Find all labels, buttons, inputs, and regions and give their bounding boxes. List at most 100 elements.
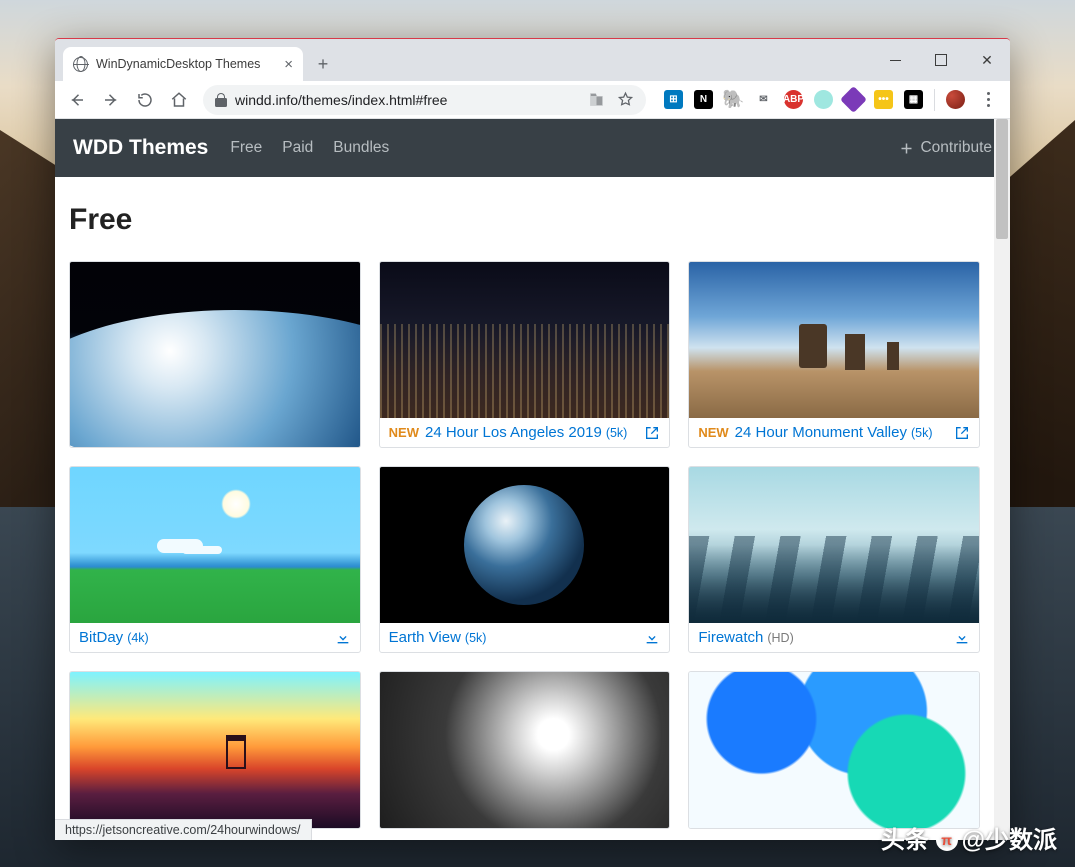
theme-caption: NEW 24 Hour Monument Valley (5k) (689, 418, 979, 447)
theme-caption: Firewatch (HD) (689, 623, 979, 652)
window-maximize-button[interactable] (918, 39, 964, 81)
theme-card[interactable] (379, 671, 671, 829)
back-button[interactable] (61, 84, 93, 116)
theme-resolution: (5k) (606, 426, 628, 440)
theme-resolution: (HD) (767, 631, 793, 645)
download-icon[interactable] (335, 630, 351, 646)
extension-trello-icon[interactable]: ⊞ (664, 90, 683, 109)
lock-icon (215, 93, 227, 107)
toolbar-divider (934, 89, 935, 111)
theme-thumbnail[interactable] (70, 467, 360, 623)
url-text: windd.info/themes/index.html#free (235, 92, 447, 108)
arrow-right-icon (102, 91, 120, 109)
home-button[interactable] (163, 84, 195, 116)
theme-thumbnail[interactable] (380, 672, 670, 828)
external-link-icon[interactable] (644, 425, 660, 441)
theme-resolution: (4k) (127, 631, 149, 645)
theme-thumbnail[interactable] (380, 262, 670, 418)
theme-resolution: (5k) (911, 426, 933, 440)
close-tab-icon[interactable]: × (284, 56, 293, 73)
theme-card[interactable] (688, 671, 980, 829)
site-navbar: WDD Themes Free Paid Bundles Contribute (55, 119, 1010, 177)
nav-free[interactable]: Free (230, 139, 262, 157)
theme-title-link[interactable]: 24 Hour Monument Valley (735, 424, 907, 441)
watermark-name: 少数派 (985, 827, 1057, 854)
extension-notion-icon[interactable]: N (694, 90, 713, 109)
nav-paid[interactable]: Paid (282, 139, 313, 157)
nav-contribute[interactable]: Contribute (899, 139, 992, 157)
theme-card[interactable]: NEW 24 Hour Los Angeles 2019 (5k) (379, 261, 671, 448)
watermark-prefix: 头条 (881, 827, 929, 854)
external-link-icon[interactable] (954, 425, 970, 441)
page-viewport: WDD Themes Free Paid Bundles Contribute … (55, 119, 1010, 840)
nav-contribute-label: Contribute (920, 139, 992, 157)
theme-caption: Earth View (5k) (380, 623, 670, 652)
translate-icon[interactable] (588, 91, 605, 108)
theme-card[interactable] (69, 671, 361, 829)
nav-bundles[interactable]: Bundles (333, 139, 389, 157)
theme-thumbnail[interactable] (689, 672, 979, 828)
page-heading: Free (69, 203, 980, 237)
theme-title-link[interactable]: BitDay (79, 629, 123, 646)
page-body: Free 24 Hour Earth from ISS (5k)NEW24 Ho… (55, 177, 994, 829)
tab-strip: WinDynamicDesktop Themes × + (55, 39, 1010, 81)
theme-resolution: (5k) (465, 631, 487, 645)
new-badge: NEW (389, 425, 419, 440)
theme-thumbnail[interactable] (689, 467, 979, 623)
forward-button[interactable] (95, 84, 127, 116)
globe-icon (73, 57, 88, 72)
watermark-icon: π (936, 829, 958, 851)
status-bar: https://jetsoncreative.com/24hourwindows… (55, 819, 312, 840)
theme-title-link[interactable]: 24 Hour Los Angeles 2019 (425, 424, 602, 441)
address-bar[interactable]: windd.info/themes/index.html#free (203, 85, 646, 115)
theme-title-link[interactable]: Firewatch (698, 629, 763, 646)
theme-caption: NEW 24 Hour Los Angeles 2019 (5k) (380, 418, 670, 447)
theme-title-link[interactable]: Earth View (389, 629, 461, 646)
extension-mail-icon[interactable]: ✉ (754, 90, 773, 109)
scrollbar-thumb[interactable] (996, 119, 1008, 239)
browser-window: WinDynamicDesktop Themes × + (55, 38, 1010, 840)
browser-toolbar: windd.info/themes/index.html#free ⊞ N 🐘 … (55, 81, 1010, 119)
site-brand[interactable]: WDD Themes (73, 136, 208, 160)
desktop-background: WinDynamicDesktop Themes × + (0, 0, 1075, 867)
reload-icon (136, 91, 154, 109)
bookmark-star-icon[interactable] (617, 91, 634, 108)
new-badge: NEW (698, 425, 728, 440)
theme-thumbnail[interactable] (70, 262, 360, 418)
extension-abp-icon[interactable]: ABP (784, 90, 803, 109)
theme-card[interactable]: Earth View (5k) (379, 466, 671, 653)
theme-thumbnail[interactable] (380, 467, 670, 623)
extension-yellow-icon[interactable]: ••• (874, 90, 893, 109)
home-icon (170, 91, 188, 109)
watermark: 头条 π@少数派 (881, 820, 1057, 855)
watermark-at: @ (962, 827, 985, 854)
extension-qr-icon[interactable]: ▦ (904, 90, 923, 109)
theme-card[interactable]: 24 Hour Earth from ISS (5k) (69, 261, 361, 448)
window-minimize-button[interactable] (872, 39, 918, 81)
browser-tab[interactable]: WinDynamicDesktop Themes × (63, 47, 303, 81)
omnibox-actions (588, 91, 634, 108)
reload-button[interactable] (129, 84, 161, 116)
extension-evernote-icon[interactable]: 🐘 (724, 90, 743, 109)
window-close-button[interactable] (964, 39, 1010, 81)
extension-teal-icon[interactable] (814, 90, 833, 109)
download-icon[interactable] (644, 630, 660, 646)
plus-icon (899, 141, 914, 156)
extension-purple-icon[interactable] (840, 86, 867, 113)
download-icon[interactable] (954, 630, 970, 646)
arrow-left-icon (68, 91, 86, 109)
theme-grid: 24 Hour Earth from ISS (5k) NEW 24 Hour Lo… (69, 261, 980, 829)
extensions-row: ⊞ N 🐘 ✉ ABP ••• ▦ (654, 89, 1004, 111)
theme-card[interactable]: BitDay (4k) (69, 466, 361, 653)
theme-card[interactable]: Firewatch (HD) (688, 466, 980, 653)
page-content: WDD Themes Free Paid Bundles Contribute … (55, 119, 1010, 840)
vertical-scrollbar[interactable] (994, 119, 1010, 840)
tab-title: WinDynamicDesktop Themes (96, 57, 260, 71)
theme-thumbnail[interactable] (70, 672, 360, 828)
profile-avatar-icon[interactable] (946, 90, 965, 109)
theme-thumbnail[interactable] (689, 262, 979, 418)
new-tab-button[interactable]: + (309, 50, 337, 78)
browser-menu-button[interactable] (976, 92, 1000, 107)
theme-card[interactable]: NEW 24 Hour Monument Valley (5k) (688, 261, 980, 448)
theme-caption: BitDay (4k) (70, 623, 360, 652)
